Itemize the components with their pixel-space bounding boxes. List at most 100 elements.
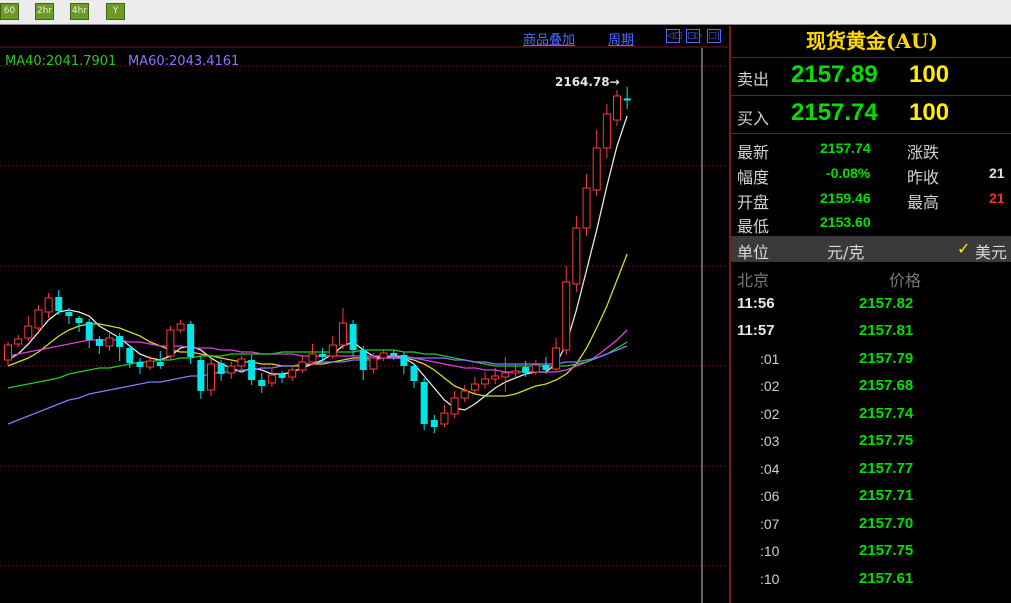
candle-body [592,147,601,191]
candle-body [420,382,428,424]
buy-label: 买入 [737,109,770,128]
unit-label: 单位 [737,243,770,262]
period-link[interactable]: 周期 [608,29,634,48]
stat-range-value: -0.08% [826,165,871,181]
candle-body [197,360,205,391]
candle-body [349,324,357,350]
kline-chart-panel[interactable]: 商品叠加 周期 ◁▢ ▢▷ ▢| MA40:2041.7901 MA60:204… [0,26,728,603]
unit-bar: 单位 元/克 ✓ 美元 [731,236,1011,262]
candle-body [359,350,367,370]
candle-body [95,339,103,346]
candle-body [602,113,611,149]
candle-body [187,324,195,357]
stat-latest-label: 最新 [737,143,770,162]
candle-body [450,397,459,415]
candle-body [75,318,83,323]
candle-body [582,187,591,229]
tick-time: 11:57 [737,322,775,339]
scroll-right-icon[interactable]: ▢▷ [686,29,702,43]
candle-body [440,412,449,425]
tick-time: :07 [760,516,780,532]
candle-body [288,369,297,378]
candle-body [522,367,530,373]
candle-body [146,360,155,368]
period-toolbar: 60 2hr 4hr Y [0,0,1011,25]
tick-time: :03 [760,433,780,449]
tick-price: 2157.75 [859,542,914,559]
ma40-label: MA40:2041.7901 [5,54,117,69]
candle-body [248,360,256,380]
candle-body [470,383,479,391]
stat-prev-close-label: 昨收 [907,168,940,187]
stat-change-label: 涨跌 [907,143,940,162]
candle-body [267,374,276,384]
tick-price: 2157.77 [859,460,914,477]
ma60-label: MA60:2043.4161 [128,54,240,69]
tick-time-header: 北京 [737,271,770,290]
candle-body [227,365,236,374]
end-icon[interactable]: ▢| [707,29,721,43]
stat-prev-close-value: 21 [989,165,1005,181]
candle-body [501,372,510,378]
candle-body [562,281,571,351]
candle-body [85,322,93,340]
overlay-link[interactable]: 商品叠加 [523,29,575,48]
candle-body [328,344,337,357]
period-year-button[interactable]: Y [106,3,125,20]
period-4hr-button[interactable]: 4hr [70,3,89,20]
sell-volume: 100 [909,61,950,88]
candle-body [4,344,12,361]
candle-body [44,297,53,313]
candle-body [338,322,347,346]
tick-price: 2157.79 [859,350,914,367]
currency-check-icon[interactable]: ✓ [957,239,970,258]
unit-value: 元/克 [827,243,865,262]
candle-body [14,338,23,345]
tick-time: :02 [760,406,780,422]
candle-body [65,312,73,316]
tick-time: :04 [760,461,780,477]
candle-body [511,370,520,374]
stat-latest-value: 2157.74 [820,140,871,156]
sell-price: 2157.89 [791,61,878,88]
candle-body [237,358,246,367]
candle-body [379,352,388,359]
buy-volume: 100 [909,99,950,126]
divider [731,95,1011,96]
currency-label[interactable]: 美元 [975,239,1007,263]
candle-body [613,95,621,121]
stat-open-label: 开盘 [737,193,770,212]
tick-time: :02 [760,378,780,394]
period-2hr-button[interactable]: 2hr [35,3,54,20]
tick-time: 11:56 [737,295,775,312]
stat-high-value: 21 [989,190,1005,206]
tick-price-header: 价格 [889,271,922,290]
scroll-left-icon[interactable]: ◁▢ [666,29,682,43]
candle-body [572,227,581,285]
candle-body [136,362,144,367]
high-price-marker: 2164.78→ [555,75,620,89]
candle-body [481,378,490,385]
tick-price: 2157.75 [859,432,914,449]
candle-body [207,363,215,391]
candle-body [308,353,317,363]
candle-body [24,325,33,339]
tick-price: 2157.70 [859,515,914,532]
candle-body [319,354,327,357]
tick-price: 2157.74 [859,405,914,422]
period-60-button[interactable]: 60 [0,3,19,20]
candle-body [34,309,43,329]
buy-price: 2157.74 [791,99,878,126]
tick-price: 2157.81 [859,322,914,339]
instrument-title: 现货黄金(AU) [806,29,938,53]
candle-body [430,420,438,427]
candle-body [542,365,550,370]
stat-range-label: 幅度 [737,168,770,187]
tick-price: 2157.71 [859,487,914,504]
tick-time: :06 [760,488,780,504]
tick-time: :01 [760,351,780,367]
candle-body [105,337,114,347]
kline-chart[interactable] [0,26,728,603]
candle-body [460,390,469,399]
candle-body [298,361,307,371]
